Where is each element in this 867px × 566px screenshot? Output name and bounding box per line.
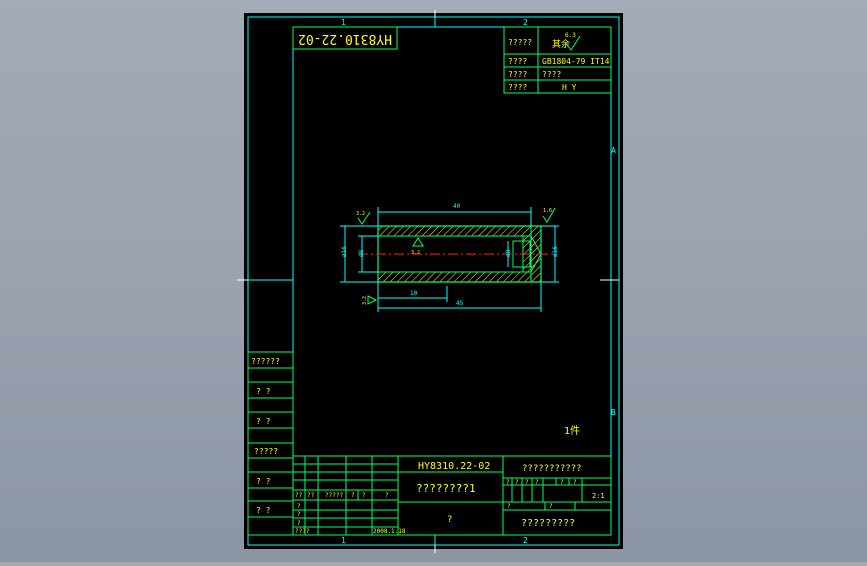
sign-label-0: ?? xyxy=(295,492,303,499)
roughness-left-value: 3.2 xyxy=(356,211,365,217)
upper-wall-hatch xyxy=(377,225,532,237)
left-strip-0: ?????? xyxy=(251,357,280,366)
roughness-right-value: 1.6 xyxy=(543,208,552,214)
sign-label-4: ? xyxy=(362,492,366,499)
row-label-0: ? xyxy=(297,503,301,510)
row-label-2: ? xyxy=(297,520,301,527)
left-strip-1: ? ? xyxy=(256,387,271,396)
title-company: ??????????? xyxy=(522,464,582,474)
cell-6: ? xyxy=(507,503,511,510)
cell-3: ? xyxy=(535,479,539,486)
dim-small-diameter: ø8 xyxy=(505,249,512,257)
title-date: 2008.1.18 xyxy=(373,528,406,535)
quantity-note: 1件 xyxy=(564,425,580,437)
cell-0: ? xyxy=(506,479,510,486)
row-label-3: ???? xyxy=(295,528,310,535)
cell-2: ? xyxy=(525,479,529,486)
dim-inner-diameter: ø8 xyxy=(358,249,365,257)
dim-total-length: 45 xyxy=(456,300,464,307)
spec-roughness-value: 6.3 xyxy=(565,32,576,39)
left-strip-3: ????? xyxy=(254,447,278,456)
cell-1: ? xyxy=(515,479,519,486)
dim-right-diameter: ø16 xyxy=(552,246,559,257)
title-material: ? xyxy=(447,515,452,525)
zone-bottom-2: 2 xyxy=(523,536,528,545)
roughness-bottom-value: 3.2 xyxy=(362,296,368,305)
zone-top-1: 1 xyxy=(341,18,346,27)
cad-viewport[interactable]: 1 2 1 2 A B HY8310.22-02 ????? 其余 6.3 ??… xyxy=(0,0,867,562)
left-strip-2: ? ? xyxy=(256,417,271,426)
mirrored-drawing-code: HY8310.22-02 xyxy=(298,31,392,46)
lower-wall-hatch xyxy=(377,271,532,283)
sign-label-1: ?? xyxy=(307,492,315,499)
zone-right-b: B xyxy=(611,408,616,417)
spec-value-1: GB1804-79 IT14 xyxy=(542,57,610,66)
sign-label-5: ? xyxy=(385,492,389,499)
zone-right-a: A xyxy=(611,146,616,155)
title-drawing-number: HY8310.22-02 xyxy=(418,461,490,472)
spec-label-3: ???? xyxy=(508,83,527,92)
zone-top-2: 2 xyxy=(523,18,528,27)
zone-bottom-1: 1 xyxy=(341,536,346,545)
technical-drawing: 1 2 1 2 A B HY8310.22-02 ????? 其余 6.3 ??… xyxy=(237,10,623,553)
sign-label-3: ? xyxy=(351,492,355,499)
cell-5: ? xyxy=(573,479,577,486)
spec-value-2: ???? xyxy=(542,70,561,79)
roughness-inner-value: 3.2 xyxy=(411,250,420,256)
left-strip-5: ? ? xyxy=(256,506,271,515)
row-label-1: ? xyxy=(297,511,301,518)
cell-4: ? xyxy=(560,479,564,486)
title-sheet: ????????? xyxy=(521,518,575,529)
spec-value-3: H Y xyxy=(562,83,577,92)
title-scale: 2:1 xyxy=(592,492,605,500)
spec-label-1: ???? xyxy=(508,57,527,66)
left-strip-4: ? ? xyxy=(256,477,271,486)
sign-label-2: ????? xyxy=(325,492,343,499)
dim-overall-length: 40 xyxy=(453,203,461,210)
spec-label-0: ????? xyxy=(508,38,532,47)
dim-bore-depth: 10 xyxy=(410,290,418,297)
title-part-name: ????????1 xyxy=(416,482,476,495)
dim-outer-diameter: ø16 xyxy=(341,246,348,257)
spec-value-0: 其余 xyxy=(552,38,570,50)
spec-label-2: ???? xyxy=(508,70,527,79)
cell-7: ? xyxy=(549,503,553,510)
